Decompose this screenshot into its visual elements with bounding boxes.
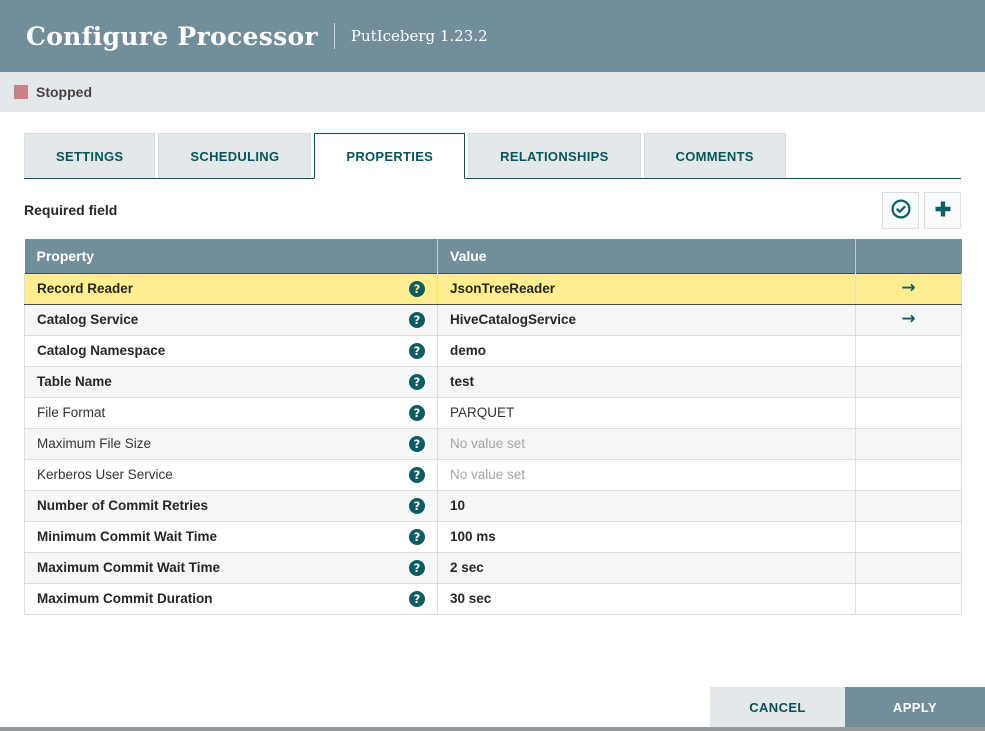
property-value[interactable]: HiveCatalogService	[450, 312, 576, 327]
property-name: Maximum Commit Duration	[37, 591, 213, 606]
properties-table: Property Value Record Reader? JsonTreeRea…	[24, 239, 962, 615]
table-header-row: Property Value	[24, 239, 962, 273]
verify-properties-button[interactable]	[882, 191, 919, 229]
title-divider	[333, 23, 335, 49]
property-name: Catalog Service	[37, 312, 139, 327]
property-value[interactable]: 2 sec	[450, 560, 484, 575]
dialog-footer: CANCEL APPLY	[710, 687, 985, 727]
column-header-property: Property	[24, 239, 438, 273]
property-row[interactable]: Catalog Namespace? demo	[24, 335, 962, 367]
property-row[interactable]: Minimum Commit Wait Time? 100 ms	[24, 521, 962, 553]
property-name: Maximum File Size	[37, 436, 152, 451]
property-value-empty[interactable]: No value set	[450, 436, 525, 451]
status-label: Stopped	[36, 84, 92, 100]
property-row[interactable]: Kerberos User Service? No value set	[24, 459, 962, 491]
required-field-label: Required field	[24, 202, 118, 218]
property-row[interactable]: File Format? PARQUET	[24, 397, 962, 429]
cancel-button[interactable]: CANCEL	[710, 687, 845, 727]
property-row[interactable]: Table Name? test	[24, 366, 962, 398]
property-name: Table Name	[37, 374, 112, 389]
property-name: Record Reader	[37, 281, 134, 296]
property-row[interactable]: Record Reader? JsonTreeReader →	[24, 272, 962, 305]
property-name: Number of Commit Retries	[37, 498, 209, 513]
stopped-icon	[14, 85, 28, 99]
property-value[interactable]: demo	[450, 343, 486, 358]
plus-icon	[933, 199, 953, 222]
column-header-actions	[855, 239, 962, 273]
goto-service-arrow-icon[interactable]: →	[901, 309, 915, 329]
property-value[interactable]: test	[450, 374, 474, 389]
help-question-icon[interactable]: ?	[409, 311, 425, 328]
apply-button[interactable]: APPLY	[845, 687, 985, 727]
page-title: Configure Processor	[26, 21, 318, 51]
property-value-empty[interactable]: No value set	[450, 467, 525, 482]
properties-toolbar: Required field	[24, 190, 961, 230]
property-name: File Format	[37, 405, 106, 420]
property-row[interactable]: Maximum Commit Wait Time? 2 sec	[24, 552, 962, 584]
help-question-icon[interactable]: ?	[409, 590, 425, 607]
tab-settings[interactable]: SETTINGS	[24, 133, 156, 178]
status-bar: Stopped	[0, 72, 985, 112]
help-question-icon[interactable]: ?	[409, 497, 425, 514]
help-question-icon[interactable]: ?	[409, 528, 425, 545]
tab-relationships[interactable]: RELATIONSHIPS	[468, 133, 641, 178]
property-row[interactable]: Number of Commit Retries? 10	[24, 490, 962, 522]
tab-comments[interactable]: COMMENTS	[643, 133, 786, 178]
property-row[interactable]: Maximum File Size? No value set	[24, 428, 962, 460]
property-value[interactable]: 30 sec	[450, 591, 491, 606]
property-name: Minimum Commit Wait Time	[37, 529, 218, 544]
help-question-icon[interactable]: ?	[409, 435, 425, 452]
tab-properties[interactable]: PROPERTIES	[314, 133, 466, 179]
help-question-icon[interactable]: ?	[409, 559, 425, 576]
help-question-icon[interactable]: ?	[409, 342, 425, 359]
canvas-edge-strip	[0, 727, 985, 731]
processor-name-version: PutIceberg 1.23.2	[350, 27, 488, 45]
property-name: Catalog Namespace	[37, 343, 166, 358]
column-header-value: Value	[437, 239, 856, 273]
help-question-icon[interactable]: ?	[409, 373, 425, 390]
goto-service-arrow-icon[interactable]: →	[901, 278, 915, 298]
help-question-icon[interactable]: ?	[409, 466, 425, 483]
tab-scheduling[interactable]: SCHEDULING	[158, 133, 312, 178]
property-value[interactable]: 100 ms	[450, 529, 496, 544]
check-circle-icon	[890, 198, 912, 223]
dialog-titlebar: Configure Processor PutIceberg 1.23.2	[0, 0, 985, 72]
property-row[interactable]: Catalog Service? HiveCatalogService →	[24, 304, 962, 336]
help-question-icon[interactable]: ?	[409, 280, 425, 297]
property-name: Maximum Commit Wait Time	[37, 560, 221, 575]
help-question-icon[interactable]: ?	[409, 404, 425, 421]
add-property-button[interactable]	[924, 191, 961, 229]
property-row[interactable]: Maximum Commit Duration? 30 sec	[24, 583, 962, 615]
tab-bar: SETTINGS SCHEDULING PROPERTIES RELATIONSHIP…	[24, 133, 961, 179]
property-value[interactable]: 10	[450, 498, 465, 513]
property-value[interactable]: PARQUET	[450, 405, 514, 420]
property-name: Kerberos User Service	[37, 467, 173, 482]
property-value[interactable]: JsonTreeReader	[450, 281, 555, 296]
